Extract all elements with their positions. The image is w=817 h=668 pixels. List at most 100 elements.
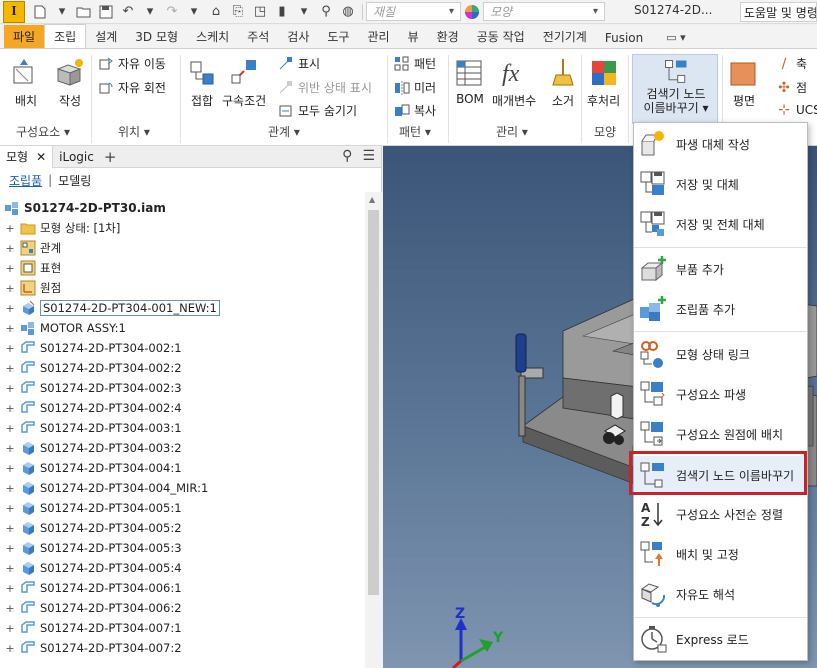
axis-button[interactable]: ∕ 축	[776, 55, 807, 72]
dropdown-arrow-icon[interactable]: ▾	[295, 3, 313, 21]
assembly-view-link[interactable]: 조립품	[9, 172, 42, 189]
expand-icon[interactable]: +	[4, 262, 16, 275]
expand-icon[interactable]: +	[4, 522, 16, 535]
menu-item-dof-analysis[interactable]: 자유도 해석	[634, 575, 807, 613]
redo-icon[interactable]: ↷	[163, 3, 181, 21]
ucs-button[interactable]: ⊹ UCS	[776, 102, 817, 118]
menu-item-sort-alphabetical[interactable]: AZ 구성요소 사전순 정렬	[634, 495, 807, 533]
add-tab-icon[interactable]: +	[104, 148, 117, 166]
constrain-button[interactable]: 구속조건	[222, 57, 266, 109]
modeling-view-link[interactable]: 모델링	[58, 172, 91, 189]
expand-icon[interactable]: +	[4, 462, 16, 475]
expand-icon[interactable]: +	[4, 642, 16, 655]
expand-icon[interactable]: +	[4, 502, 16, 515]
menu-item-derive-component[interactable]: 구성요소 파생	[634, 375, 807, 413]
scroll-up-icon[interactable]: ▲	[369, 195, 375, 204]
menu-item-model-state-link[interactable]: 모형 상태 링크	[634, 335, 807, 373]
bom-button[interactable]: BOM	[454, 57, 486, 106]
expand-icon[interactable]: +	[4, 222, 16, 235]
productivity-panel-label[interactable]: 모양	[594, 123, 616, 140]
tree-node-part[interactable]: + S01274-2D-PT304-004_MIR:1	[0, 478, 381, 498]
home-icon[interactable]: ⌂	[207, 3, 225, 21]
point-button[interactable]: ✣ 점	[776, 79, 807, 96]
help-search-input[interactable]: 도움말 및 명령	[740, 2, 817, 22]
component-panel-label[interactable]: 구성요소 ▾	[16, 123, 70, 140]
tree-node-part[interactable]: + S01274-2D-PT304-007:1	[0, 618, 381, 638]
expand-icon[interactable]: +	[4, 382, 16, 395]
tab-3d-model[interactable]: 3D 모형	[126, 25, 187, 49]
menu-item-add-part[interactable]: 부품 추가	[634, 250, 807, 288]
browser-scrollbar[interactable]: ▲	[365, 192, 382, 668]
tree-node-part[interactable]: + S01274-2D-PT304-005:3	[0, 538, 381, 558]
tab-collaborate[interactable]: 공동 작업	[468, 25, 534, 49]
post-process-button[interactable]: 후처리	[587, 57, 620, 109]
tree-node-part[interactable]: + S01274-2D-PT304-006:1	[0, 578, 381, 598]
tree-node-part[interactable]: + S01274-2D-PT304-007:2	[0, 638, 381, 658]
tab-file[interactable]: 파일	[4, 25, 45, 49]
measure-icon[interactable]: ⚲	[317, 3, 335, 21]
expand-icon[interactable]: +	[4, 562, 16, 575]
expand-icon[interactable]: +	[4, 282, 16, 295]
menu-item-place-at-origin[interactable]: 구성요소 원점에 배치	[634, 415, 807, 453]
menu-item-express-load[interactable]: Express 로드	[634, 620, 807, 658]
tree-node-part[interactable]: + S01274-2D-PT304-005:4	[0, 558, 381, 578]
tree-node-part[interactable]: + S01274-2D-PT304-006:2	[0, 598, 381, 618]
place-button[interactable]: 배치	[10, 57, 42, 109]
copy-button[interactable]: 복사	[394, 102, 436, 119]
expand-icon[interactable]: +	[4, 582, 16, 595]
dropdown-arrow-icon[interactable]: ▾	[53, 3, 71, 21]
tab-view[interactable]: 뷰	[399, 25, 428, 49]
tree-node-part[interactable]: + S01274-2D-PT304-003:1	[0, 418, 381, 438]
ribbon-display-toggle-icon[interactable]: ▭ ▾	[666, 31, 685, 49]
color-wheel-icon[interactable]	[463, 3, 481, 21]
menu-item-save-replace[interactable]: 저장 및 대체	[634, 165, 807, 203]
free-rotate-button[interactable]: 자유 회전	[98, 79, 166, 96]
dropdown-arrow-icon[interactable]: ▾	[185, 3, 203, 21]
relationships-panel-label[interactable]: 관계 ▾	[268, 123, 300, 140]
create-button[interactable]: 작성	[54, 57, 86, 109]
hide-all-button[interactable]: 모두 숨기기	[278, 102, 357, 119]
tree-node-part[interactable]: + S01274-2D-PT304-002:4	[0, 398, 381, 418]
tab-ilogic[interactable]: iLogic	[53, 150, 100, 164]
menu-item-save-replace-all[interactable]: 저장 및 전체 대체	[634, 205, 807, 243]
tab-electromechanical[interactable]: 전기기계	[534, 25, 596, 49]
tab-annotate[interactable]: 주석	[238, 25, 278, 49]
save-icon[interactable]	[97, 3, 115, 21]
joint-button[interactable]: 접합	[186, 57, 218, 109]
dropdown-arrow-icon[interactable]: ▾	[141, 3, 159, 21]
menu-item-create-substitute[interactable]: 파생 대체 작성	[634, 125, 807, 163]
free-move-button[interactable]: 자유 이동	[98, 55, 166, 72]
new-file-icon[interactable]	[31, 3, 49, 21]
tab-design[interactable]: 설계	[86, 25, 126, 49]
tab-tools[interactable]: 도구	[318, 25, 358, 49]
manage-panel-label[interactable]: 관리 ▾	[496, 123, 528, 140]
tree-node-part[interactable]: + S01274-2D-PT304-003:2	[0, 438, 381, 458]
pattern-button[interactable]: 패턴	[394, 55, 436, 72]
pattern-panel-label[interactable]: 패턴 ▾	[399, 123, 431, 140]
menu-item-place-and-ground[interactable]: 배치 및 고정	[634, 535, 807, 573]
mirror-button[interactable]: 미러	[394, 79, 436, 96]
tree-node-part[interactable]: + S01274-2D-PT304-004:1	[0, 458, 381, 478]
expand-icon[interactable]: +	[4, 422, 16, 435]
expand-icon[interactable]: +	[4, 602, 16, 615]
plane-button[interactable]: 평면	[728, 57, 760, 109]
tab-environments[interactable]: 환경	[428, 25, 468, 49]
menu-item-add-assembly[interactable]: 조립품 추가	[634, 290, 807, 328]
expand-icon[interactable]: +	[4, 622, 16, 635]
expand-icon[interactable]: +	[4, 542, 16, 555]
expand-icon[interactable]: +	[4, 362, 16, 375]
undo-icon[interactable]: ↶	[119, 3, 137, 21]
expand-icon[interactable]: +	[4, 322, 16, 335]
show-sick-button[interactable]: 위반 상태 표시	[278, 79, 372, 96]
tree-node-model-state[interactable]: + 모형 상태: [1차]	[0, 218, 381, 238]
expand-icon[interactable]: +	[4, 302, 16, 315]
parameters-button[interactable]: fx 매개변수	[492, 57, 536, 109]
tree-node-part[interactable]: + S01274-2D-PT304-001_NEW:1	[0, 298, 381, 318]
expand-icon[interactable]: +	[4, 242, 16, 255]
tree-node-part[interactable]: + S01274-2D-PT304-005:1	[0, 498, 381, 518]
close-icon[interactable]: ✕	[36, 150, 46, 164]
expand-icon[interactable]: +	[4, 342, 16, 355]
select-filter-icon[interactable]: ◳	[251, 3, 269, 21]
scroll-thumb[interactable]	[368, 210, 379, 595]
tab-manage[interactable]: 관리	[358, 25, 398, 49]
